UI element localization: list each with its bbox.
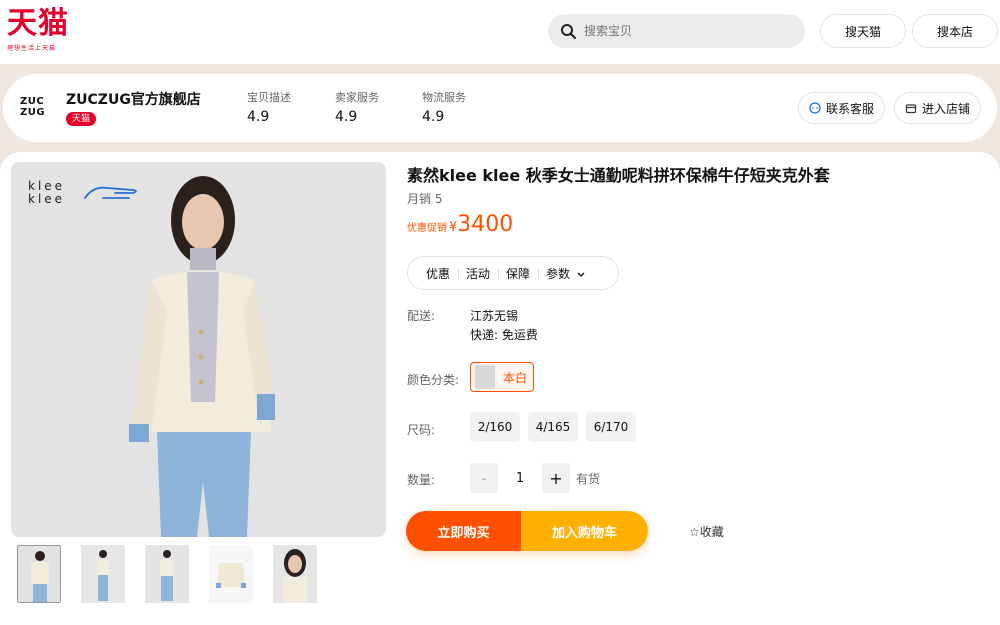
chevron-down-icon: [577, 272, 585, 277]
tab-activity[interactable]: 活动: [458, 265, 498, 282]
contact-service-button[interactable]: 联系客服: [798, 92, 886, 124]
logo-text: 天猫: [7, 6, 69, 41]
thumbnail-5[interactable]: [273, 545, 317, 603]
buy-now-button[interactable]: 立即购买: [406, 511, 521, 551]
shop-logo-line1: ZUC: [20, 96, 45, 107]
search-bar[interactable]: [548, 14, 805, 48]
promo-label: 优惠促销: [407, 223, 447, 234]
enter-store-label: 进入店铺: [922, 101, 971, 116]
color-option-white[interactable]: 本白: [470, 362, 534, 392]
tab-discount[interactable]: 优惠: [418, 265, 458, 282]
monthly-sales: 月销 5: [407, 192, 443, 206]
color-option-label: 本白: [503, 370, 528, 385]
product-card: klee klee 素然klee klee 秋季女士通勤呢料拼环保棉牛仔短夹克外…: [0, 152, 1000, 625]
favorite-button[interactable]: ☆收藏: [689, 523, 724, 540]
search-store-button[interactable]: 搜本店: [912, 14, 998, 48]
size-option[interactable]: 6/170: [586, 412, 636, 442]
rating-logistics: 物流服务 4.9: [422, 89, 466, 125]
thumbnail-3[interactable]: [145, 545, 189, 603]
size-label: 尺码:: [407, 423, 436, 437]
search-input[interactable]: [584, 24, 784, 38]
size-option[interactable]: 2/160: [470, 412, 520, 442]
shipping-fee: 快递: 免运费: [470, 328, 538, 342]
quantity-stepper: - + 有货: [470, 463, 600, 493]
search-tmall-button[interactable]: 搜天猫: [820, 14, 906, 48]
shipping-label: 配送:: [407, 309, 436, 323]
qty-decrease-button[interactable]: -: [470, 463, 498, 493]
rating-label: 卖家服务: [335, 91, 379, 104]
enter-store-button[interactable]: 进入店铺: [894, 92, 982, 124]
logo-tagline: 理想生活上天猫: [7, 45, 57, 52]
chat-icon: [809, 102, 821, 114]
thumbnail-1[interactable]: [17, 545, 61, 603]
rating-description: 宝贝描述 4.9: [247, 89, 291, 125]
purchase-buttons: 立即购买 加入购物车: [406, 511, 648, 551]
price-value: 3400: [457, 212, 514, 237]
tab-params[interactable]: 参数: [538, 265, 593, 282]
tab-params-label: 参数: [546, 266, 571, 281]
stock-status: 有货: [576, 471, 601, 486]
price-row: 优惠促销 ¥ 3400: [407, 212, 513, 237]
rating-label: 宝贝描述: [247, 91, 291, 104]
top-bar: 天猫 理想生活上天猫 搜天猫 搜本店: [0, 0, 1000, 64]
product-main-image[interactable]: klee klee: [11, 162, 386, 537]
tmall-badge: 天猫: [66, 112, 97, 126]
thumbnail-2[interactable]: [81, 545, 125, 603]
qty-input[interactable]: [498, 463, 542, 493]
qty-increase-button[interactable]: +: [542, 463, 570, 493]
rating-value: 4.9: [422, 109, 445, 125]
shop-logo[interactable]: ZUC ZUG: [20, 96, 50, 120]
thumbnail-4[interactable]: [209, 545, 253, 603]
shop-info-bar: ZUC ZUG ZUCZUG官方旗舰店 天猫 宝贝描述 4.9 卖家服务 4.9…: [3, 74, 997, 142]
search-icon: [561, 24, 576, 39]
color-label: 颜色分类:: [407, 373, 460, 387]
ship-from[interactable]: 江苏无锡: [470, 307, 518, 324]
rating-value: 4.9: [335, 109, 358, 125]
model-illustration: [129, 176, 277, 537]
rating-service: 卖家服务 4.9: [335, 89, 379, 125]
quantity-label: 数量:: [407, 473, 436, 487]
product-title: 素然klee klee 秋季女士通勤呢料拼环保棉牛仔短夹克外套: [407, 166, 830, 185]
info-tabs: 优惠 活动 保障 参数: [407, 256, 619, 290]
currency-symbol: ¥: [449, 220, 458, 235]
rating-label: 物流服务: [422, 91, 466, 104]
contact-service-label: 联系客服: [826, 101, 875, 116]
add-to-cart-button[interactable]: 加入购物车: [521, 511, 648, 551]
color-swatch: [475, 365, 495, 389]
shop-name[interactable]: ZUCZUG官方旗舰店: [66, 89, 201, 109]
size-option[interactable]: 4/165: [528, 412, 578, 442]
rating-value: 4.9: [247, 109, 270, 125]
tab-guarantee[interactable]: 保障: [498, 265, 538, 282]
shop-logo-line2: ZUG: [20, 107, 46, 118]
tmall-logo[interactable]: 天猫 理想生活上天猫: [7, 7, 87, 55]
store-icon: [905, 104, 917, 114]
